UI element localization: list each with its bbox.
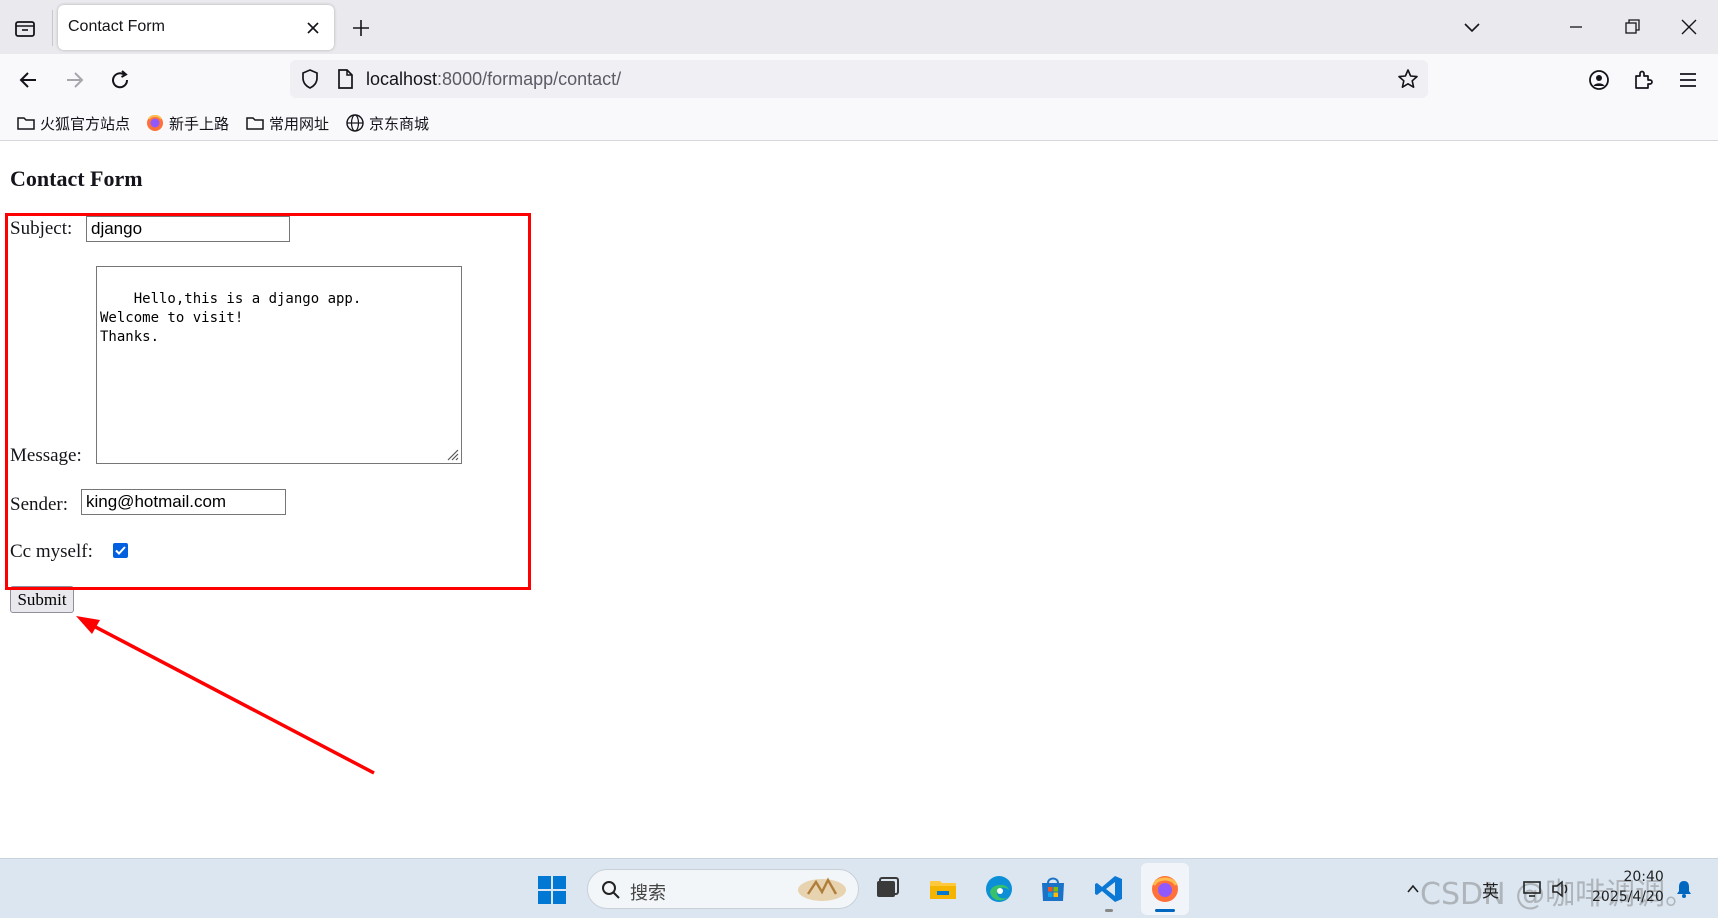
search-icon (602, 881, 620, 899)
bookmark-item[interactable]: 京东商城 (345, 112, 429, 134)
tab-manager-icon[interactable] (10, 15, 40, 41)
message-text: Hello,this is a django app. Welcome to v… (100, 291, 362, 345)
notification-bell-icon[interactable] (1674, 879, 1694, 899)
show-hidden-icons-chevron-icon[interactable] (1405, 881, 1421, 897)
new-tab-icon[interactable] (350, 17, 372, 39)
message-label: Message: (10, 445, 82, 466)
cc-myself-label: Cc myself: (10, 541, 93, 562)
bookmark-label: 新手上路 (169, 114, 230, 133)
url-bar[interactable]: localhost:8000/formapp/contact/ (290, 60, 1428, 98)
extensions-icon[interactable] (1630, 67, 1656, 93)
file-explorer-icon[interactable] (927, 873, 959, 905)
microsoft-store-icon[interactable] (1037, 873, 1069, 905)
tab-separator (52, 10, 53, 46)
volume-icon[interactable] (1550, 879, 1572, 899)
network-icon[interactable] (1522, 879, 1544, 899)
bookmark-label: 火狐官方站点 (40, 114, 131, 133)
subject-label: Subject: (10, 218, 73, 239)
task-view-icon[interactable] (871, 873, 903, 905)
page-title: Contact Form (10, 166, 143, 191)
bookmark-label: 京东商城 (369, 114, 430, 133)
url-text[interactable]: localhost:8000/formapp/contact/ (366, 69, 621, 90)
tab-strip: Contact Form (0, 0, 1718, 54)
page-info-icon[interactable] (334, 67, 356, 91)
app-running-indicator (1105, 909, 1113, 912)
bookmark-item[interactable]: 常用网址 (245, 112, 329, 134)
checkmark-icon (115, 546, 126, 555)
back-icon[interactable] (16, 67, 42, 93)
close-tab-icon[interactable] (304, 19, 322, 37)
ime-indicator[interactable]: 英 (1482, 877, 1499, 902)
tracking-protection-shield-icon[interactable] (298, 67, 322, 91)
bookmark-item[interactable]: 火狐官方站点 (16, 112, 130, 134)
globe-icon (346, 114, 364, 132)
folder-icon (246, 117, 264, 130)
bookmark-label: 常用网址 (269, 114, 330, 133)
edge-browser-icon[interactable] (983, 873, 1015, 905)
navigation-toolbar: localhost:8000/formapp/contact/ (0, 54, 1718, 105)
account-icon[interactable] (1586, 67, 1612, 93)
active-app-indicator (1155, 909, 1175, 912)
taskbar-search[interactable]: 搜索 (587, 869, 859, 909)
forward-icon[interactable] (61, 67, 87, 93)
windows-start-icon[interactable] (537, 875, 567, 905)
list-all-tabs-icon[interactable] (1460, 15, 1484, 39)
vscode-icon[interactable] (1093, 873, 1125, 905)
system-clock[interactable]: 20:40 2025/4/20 (1592, 867, 1664, 907)
url-host: localhost (366, 69, 438, 89)
cc-myself-checkbox[interactable] (113, 543, 128, 558)
search-placeholder: 搜索 (630, 883, 666, 904)
message-textarea[interactable]: Hello,this is a django app. Welcome to v… (96, 266, 462, 464)
bookmark-star-icon[interactable] (1396, 67, 1420, 91)
sender-email-input[interactable] (81, 489, 286, 515)
submit-button[interactable]: Submit (10, 586, 74, 613)
minimize-icon[interactable] (1564, 15, 1588, 39)
menu-icon[interactable] (1675, 67, 1701, 93)
url-path: :8000/formapp/contact/ (437, 69, 622, 89)
close-window-icon[interactable] (1677, 15, 1701, 39)
sender-label: Sender: (10, 494, 69, 515)
taskbar: 搜索 CSDN @咖啡调调。 英 20:40 2025/4/20 (0, 858, 1718, 918)
bookmark-item[interactable]: 新手上路 (145, 112, 229, 134)
clock-date: 2025/4/20 (1592, 889, 1664, 905)
restore-icon[interactable] (1620, 15, 1644, 39)
clock-time: 20:40 (1623, 869, 1664, 885)
tab-title: Contact Form (68, 18, 165, 35)
firefox-taskbar-icon[interactable] (1149, 873, 1181, 905)
folder-icon (17, 117, 35, 130)
page-content: Contact Form Subject: Message: Hello,thi… (0, 142, 1718, 858)
bookmarks-toolbar: 火狐官方站点 新手上路 常用网址 京东商城 (0, 105, 1718, 141)
reload-icon[interactable] (107, 67, 133, 93)
subject-input[interactable] (86, 216, 290, 242)
firefox-icon (147, 115, 163, 131)
resize-grip-icon[interactable] (443, 445, 459, 461)
tab-contact-form[interactable]: Contact Form (58, 5, 334, 50)
search-highlight-icon (798, 877, 846, 901)
